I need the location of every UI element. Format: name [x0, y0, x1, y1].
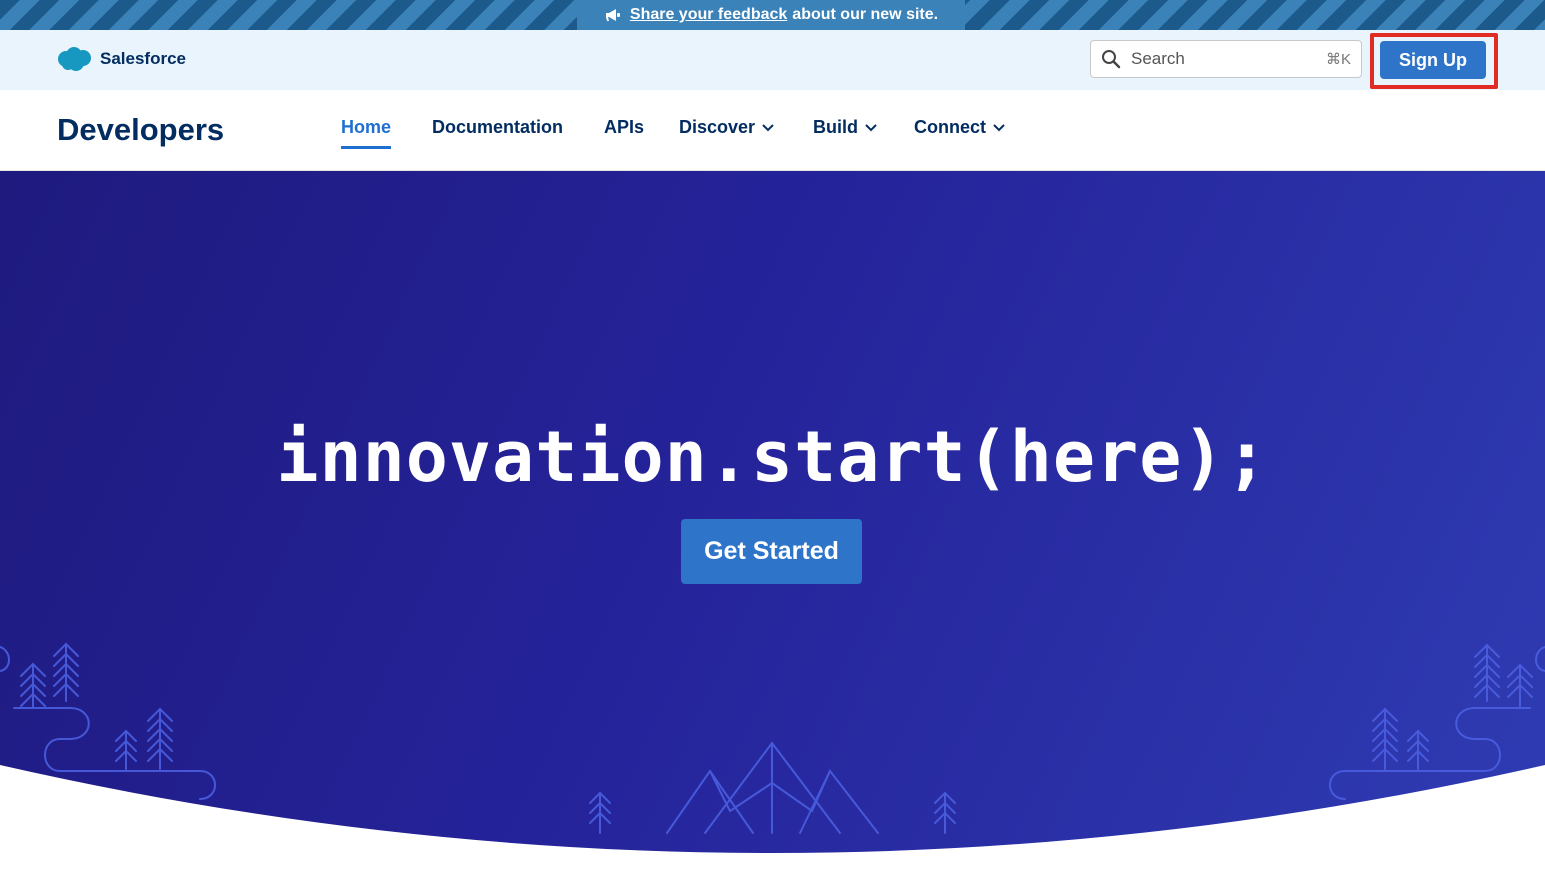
chevron-down-icon — [761, 117, 775, 138]
nav-item-build[interactable]: Build — [813, 117, 878, 138]
search-placeholder: Search — [1131, 49, 1185, 68]
tree-icon — [147, 707, 173, 770]
sign-up-button[interactable]: Sign Up — [1380, 41, 1486, 79]
nav-item-home[interactable]: Home — [341, 117, 391, 138]
get-started-button[interactable]: Get Started — [681, 519, 862, 584]
hero-section: innovation.start(here); Get Started — [0, 171, 1545, 887]
tree-icon — [589, 791, 611, 834]
tree-icon — [53, 642, 79, 702]
nav-item-discover[interactable]: Discover — [679, 117, 775, 138]
search-shortcut: ⌘K — [1325, 51, 1351, 68]
feedback-banner: Share your feedback about our new site. — [0, 0, 1545, 30]
chevron-down-icon — [864, 117, 878, 138]
tree-icon — [1474, 643, 1500, 702]
tree-icon — [115, 729, 137, 770]
nav-item-connect[interactable]: Connect — [914, 117, 1006, 138]
brand-name: Salesforce — [100, 49, 186, 68]
nav-item-documentation[interactable]: Documentation — [432, 117, 563, 138]
feedback-link[interactable]: Share your feedback — [630, 6, 787, 24]
megaphone-icon — [604, 7, 622, 23]
tree-icon — [20, 662, 46, 709]
tree-icon — [1407, 729, 1429, 770]
nav-item-label: Connect — [914, 117, 986, 137]
page-title[interactable]: Developers — [57, 112, 224, 148]
feedback-banner-content: Share your feedback about our new site. — [577, 0, 965, 30]
salesforce-logo[interactable]: Salesforce — [56, 46, 186, 72]
feedback-text: about our new site. — [792, 6, 939, 23]
nav-item-apis[interactable]: APIs — [604, 117, 644, 138]
salesforce-cloud-icon — [56, 46, 92, 72]
tree-icon — [1507, 663, 1533, 709]
active-tab-indicator — [341, 146, 391, 149]
nav-item-label: Build — [813, 117, 858, 137]
nav-item-label: Documentation — [432, 117, 564, 137]
nav-item-label: Discover — [679, 117, 756, 137]
chevron-down-icon — [992, 117, 1006, 138]
nav-item-label: APIs — [604, 117, 645, 137]
search-icon — [1101, 49, 1121, 69]
tree-icon — [934, 791, 956, 834]
tree-icon — [1372, 707, 1398, 770]
nav-item-label: Home — [341, 117, 392, 137]
search-input[interactable]: Search ⌘K — [1090, 40, 1362, 78]
hero-headline: innovation.start(here); — [276, 416, 1269, 498]
